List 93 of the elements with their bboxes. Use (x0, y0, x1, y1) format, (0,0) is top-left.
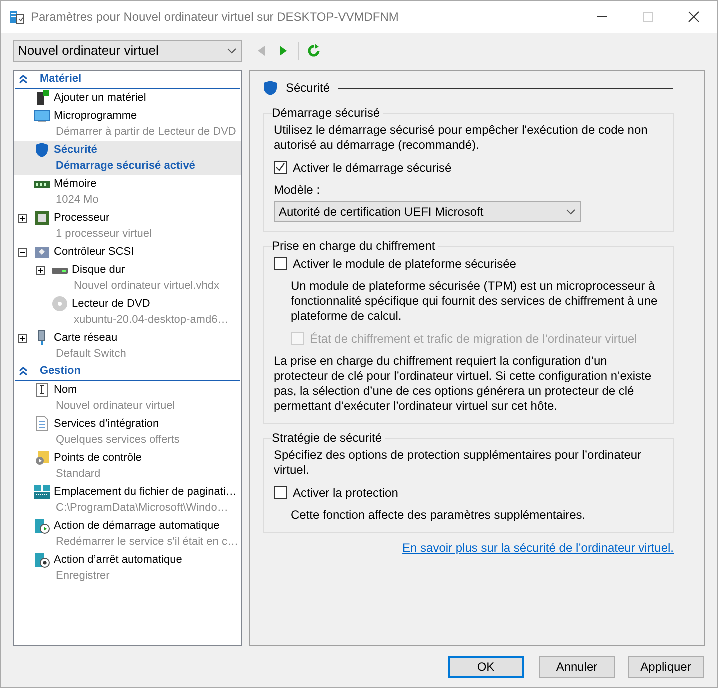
item-name: Points de contrôle (54, 451, 142, 466)
help-link[interactable]: En savoir plus sur la sécurité de l’ordinateur virtuel. (402, 539, 674, 557)
refresh-icon[interactable] (307, 44, 321, 58)
monitor-icon (34, 108, 50, 124)
expand-icon[interactable] (18, 334, 27, 342)
expand-icon[interactable] (18, 214, 27, 222)
description-text: Un module de plateforme sécurisée (TPM) est un microprocesseur à fonctionnalité spécifique qui fournit des services de chiffrement à une plateforme de calcul. (290, 279, 659, 324)
item-detail: xubuntu-20.04-desktop-amd6… (73, 313, 229, 328)
item-detail: Default Switch (55, 347, 126, 362)
item-name: Microprogramme (54, 109, 138, 124)
item-detail: Nouvel ordinateur virtuel (55, 399, 176, 414)
checkbox[interactable] (274, 257, 287, 270)
tree-item[interactable]: Disque dur Nouvel ordinateur virtuel.vhdx (14, 261, 241, 295)
group-title: Stratégie de sécurité (272, 430, 384, 446)
server-stop-icon (34, 552, 50, 568)
group-title: Démarrage sécurisé (272, 105, 382, 121)
shield-icon (34, 142, 50, 158)
tree-item[interactable]: Processeur 1 processeur virtuel (14, 209, 241, 243)
checkbox[interactable] (274, 161, 287, 174)
description-text: La prise en charge du chiffrement requiert la configuration d’un protecteur de clé pour l’ordinateur virtuel. Si cette configuration n’existe pas, la sélection d’une de ces options générera un protecteur de clé permettant d’exécuter l’ordinateur virtuel sur cet hôte. (274, 354, 653, 414)
item-name: Contrôleur SCSI (54, 245, 134, 260)
item-detail: 1024 Mo (55, 193, 99, 208)
item-detail: Redémarrer le service s'il était en c… (55, 535, 238, 550)
template-select[interactable]: Autorité de certification UEFI Microsoft (274, 201, 581, 222)
checkbox[interactable] (274, 486, 287, 499)
vm-select[interactable]: Nouvel ordinateur virtuel (13, 40, 242, 62)
tree-item[interactable]: Services d’intégration Quelques services offerts (14, 415, 241, 449)
item-name: Nom (54, 383, 78, 398)
server-play-icon (34, 518, 50, 534)
description-text: Cette fonction affecte des paramètres supplémentaires. (290, 508, 587, 523)
description-text: Utilisez le démarrage sécurisé pour empêcher l'exécution de code non autorisé au démarrage (recommandé). (274, 123, 649, 153)
server-icon (34, 484, 50, 500)
tree-item[interactable]: Carte réseau Default Switch (14, 329, 241, 363)
expand-icon[interactable] (36, 266, 45, 274)
item-name: Ajouter un matériel (54, 91, 146, 106)
item-detail: C:\ProgramData\Microsoft\Windo… (55, 501, 230, 516)
item-name: Action d’arrêt automatique (54, 553, 182, 568)
section-header[interactable]: Matériel (40, 71, 82, 88)
item-name: Services d’intégration (54, 417, 160, 432)
item-name: Lecteur de DVD (72, 297, 152, 312)
item-name: Emplacement du fichier de paginati… (54, 485, 237, 500)
tree-item[interactable]: Action d’arrêt automatique Enregistrer (14, 551, 241, 585)
item-name: Action de démarrage automatique (54, 519, 221, 534)
item-name: Carte réseau (54, 331, 119, 346)
section-heading: Sécurité (286, 80, 330, 97)
item-name: Processeur (54, 211, 111, 226)
item-detail: Démarrer à partir de Lecteur de DVD (55, 125, 236, 140)
item-detail: Enregistrer (55, 569, 111, 584)
item-detail: Nouvel ordinateur virtuel.vhdx (73, 279, 220, 294)
description-text: Spécifiez des options de protection supplémentaires pour l’ordinateur virtuel. (274, 448, 643, 478)
collapse-icon[interactable] (19, 75, 28, 84)
checkbox-label: Activer le démarrage sécurisé (293, 160, 452, 176)
chevron-down-icon (566, 208, 576, 214)
field-label: Modèle : (274, 183, 322, 198)
hardware-add-icon (34, 90, 50, 106)
tree-item[interactable]: Mémoire 1024 Mo (14, 175, 241, 209)
item-name: Sécurité (54, 143, 98, 158)
tree-item[interactable]: Nom Nouvel ordinateur virtuel (14, 381, 241, 415)
tree-item[interactable]: Emplacement du fichier de paginati… C:\ProgramData\Microsoft\Windo… (14, 483, 241, 517)
collapse-icon[interactable] (18, 248, 27, 256)
controller-icon (34, 244, 50, 260)
shield-icon (263, 80, 278, 96)
group-title: Prise en charge du chiffrement (272, 238, 436, 254)
tree-item[interactable]: Sécurité Démarrage sécurisé activé (14, 141, 241, 175)
chip-icon (34, 210, 50, 226)
app-icon (9, 9, 25, 25)
section-header[interactable]: Gestion (40, 363, 81, 380)
item-name: Disque dur (72, 263, 126, 278)
item-name: Mémoire (54, 177, 98, 192)
tree-item[interactable]: Points de contrôle Standard (14, 449, 241, 483)
tree-item[interactable]: Ajouter un matériel (14, 89, 241, 107)
collapse-icon[interactable] (19, 367, 28, 376)
tree-item[interactable]: Lecteur de DVD xubuntu-20.04-desktop-amd6… (14, 295, 241, 329)
item-detail: Standard (55, 467, 102, 482)
checkbox-label: Activer le module de plateforme sécurisée (293, 256, 516, 272)
item-detail: Quelques services offerts (55, 433, 180, 448)
checkbox-label: Activer la protection (293, 485, 398, 501)
window-title: Paramètres pour Nouvel ordinateur virtuel sur DESKTOP-VVMDFNM (31, 9, 399, 26)
dialog-button[interactable]: OK (448, 656, 524, 678)
maximize-icon (643, 12, 653, 22)
dialog-button[interactable]: Appliquer (628, 656, 704, 678)
tree-item[interactable]: Action de démarrage automatique Redémarrer le service s'il était en c… (14, 517, 241, 551)
disc-icon (52, 296, 68, 312)
item-detail: 1 processeur virtuel (55, 227, 152, 242)
item-detail: Démarrage sécurisé activé (55, 159, 196, 174)
document-icon (34, 416, 50, 432)
chevron-down-icon (227, 48, 237, 54)
text-field-icon (34, 382, 50, 398)
tree-item[interactable]: Microprogramme Démarrer à partir de Lecteur de DVD (14, 107, 241, 141)
checkpoint-icon (34, 450, 50, 466)
checkbox-label: État de chiffrement et trafic de migration de l’ordinateur virtuel (310, 331, 638, 347)
tree-item[interactable]: Contrôleur SCSI (14, 243, 241, 261)
dialog-button[interactable]: Annuler (539, 656, 615, 678)
